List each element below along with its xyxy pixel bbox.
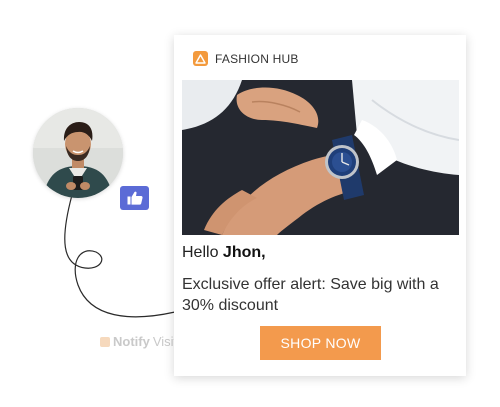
thumbs-up-badge [120, 186, 149, 210]
watermark-logo-icon [100, 336, 110, 347]
brand-logo-icon [193, 51, 208, 66]
user-name: Jhon, [222, 244, 266, 261]
user-avatar [33, 108, 123, 198]
greeting-text: Hello Jhon, [182, 244, 266, 262]
shop-now-button[interactable]: SHOP NOW [260, 326, 381, 360]
brand-name: FASHION HUB [215, 51, 299, 66]
thumbs-up-icon [127, 191, 143, 205]
brand-header: FASHION HUB [193, 51, 299, 66]
watermark-bold-text: Notify [113, 334, 150, 349]
greeting-word: Hello [182, 244, 219, 261]
offer-message: Exclusive offer alert: Save big with a 3… [182, 276, 439, 314]
hero-image [182, 80, 459, 235]
notification-card[interactable]: FASHION HUB Hello Jhon, Exclusive offer … [174, 35, 466, 376]
user-avatar-illustration [33, 108, 123, 198]
warning-triangle-icon [195, 53, 206, 64]
push-notification-illustration: NotifyVisitors FASHION HUB [0, 0, 500, 407]
watch-hero-illustration [182, 80, 459, 235]
